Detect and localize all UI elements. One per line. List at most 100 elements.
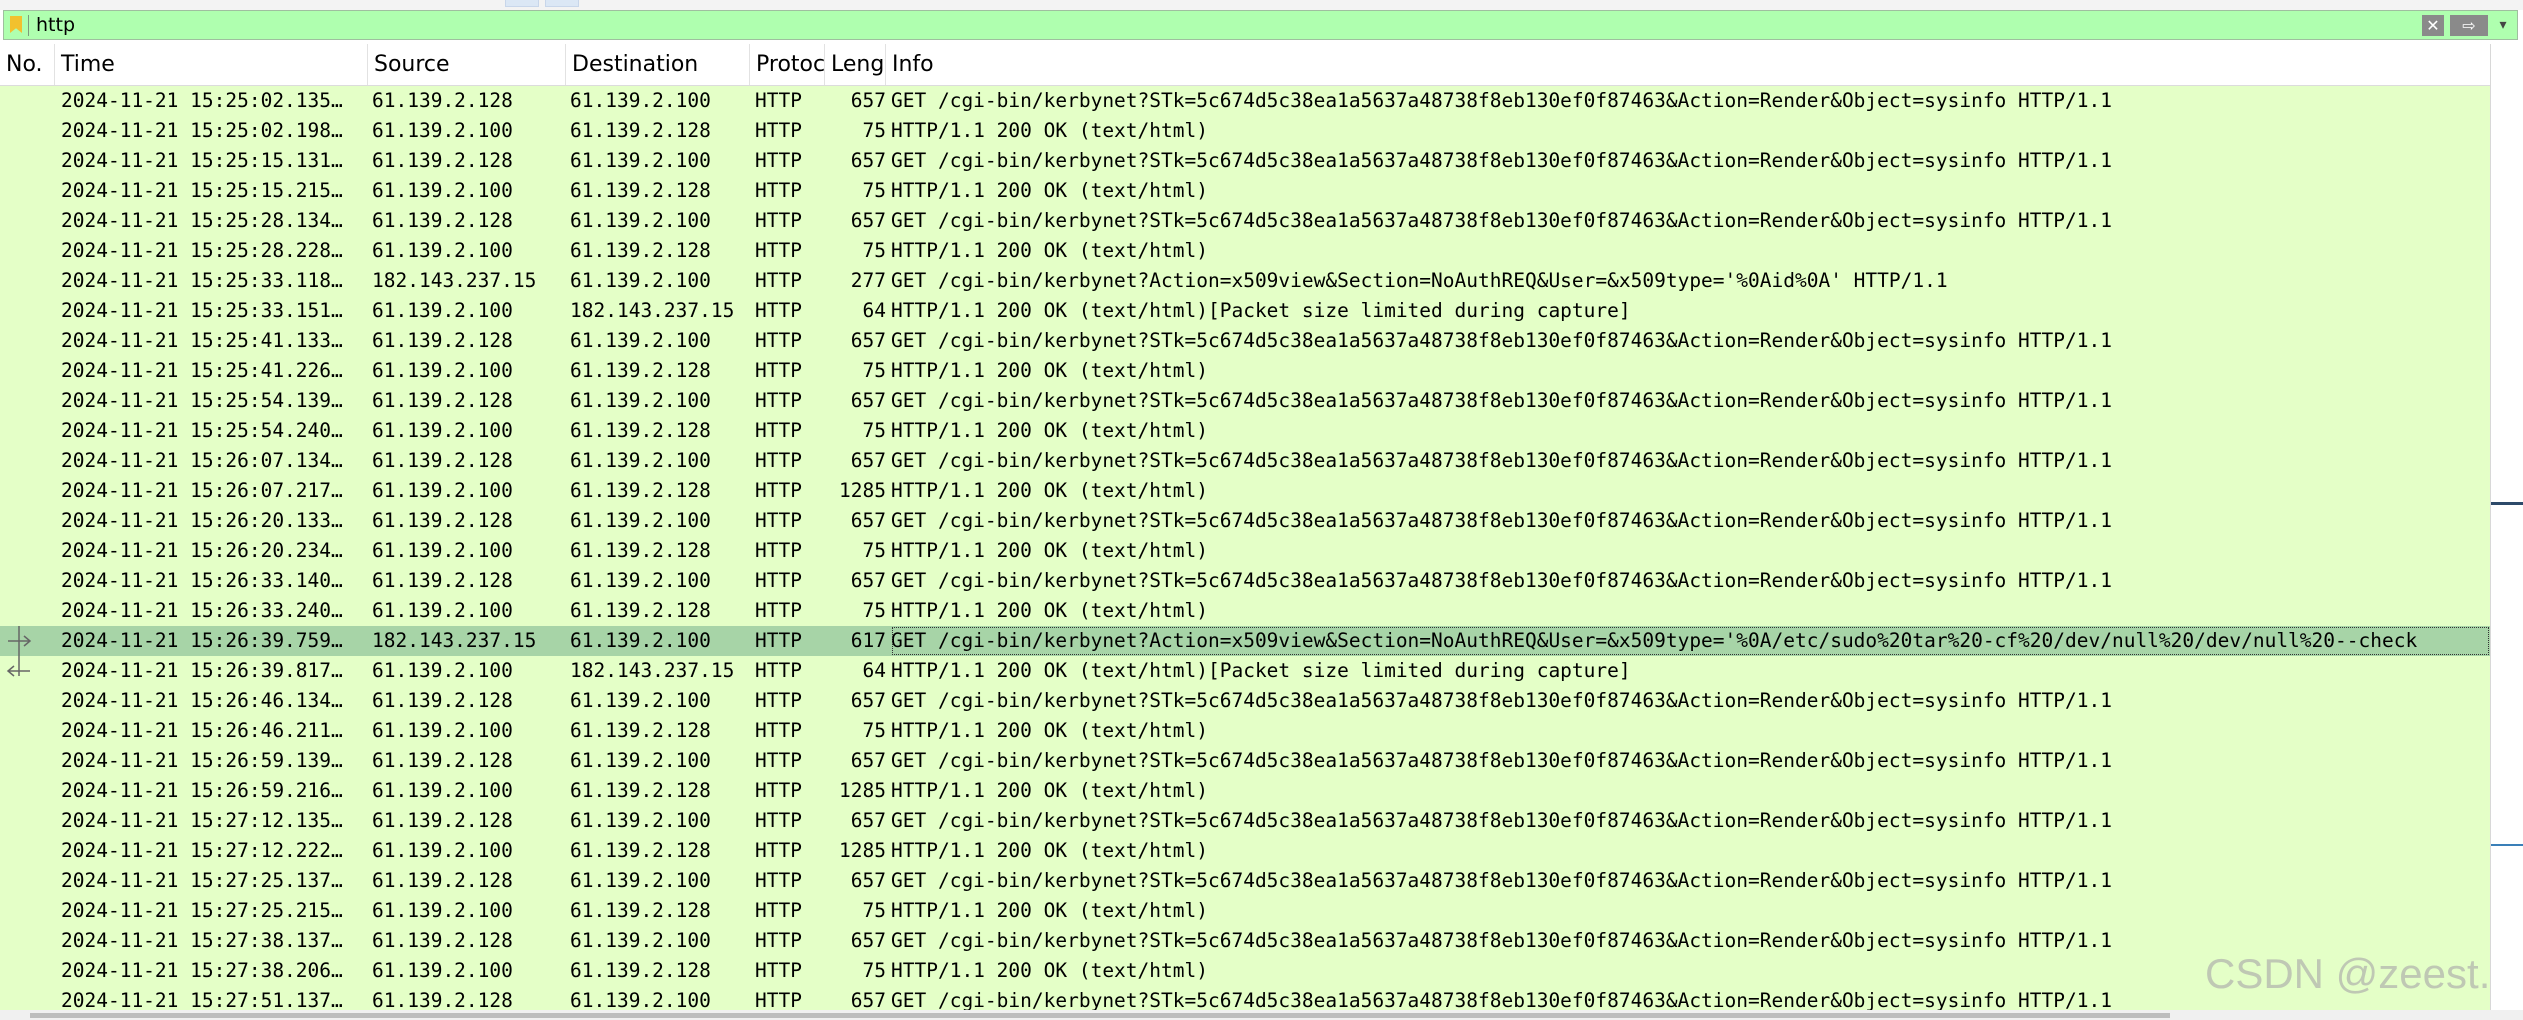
column-header-destination[interactable]: Destination <box>566 44 750 85</box>
column-header-info[interactable]: Info <box>886 44 2490 85</box>
cell-length: 657 <box>850 449 886 472</box>
table-row[interactable]: 2024-11-21 15:25:54.240… 61.139.2.100 61.1… <box>0 416 2490 446</box>
cell-length: 75 <box>862 539 886 562</box>
toolbar-tab[interactable] <box>545 0 579 7</box>
cell-source: 61.139.2.100 <box>372 299 513 322</box>
cell-destination: 61.139.2.100 <box>570 269 711 292</box>
toolbar-tab[interactable] <box>505 0 539 7</box>
related-packets-bar[interactable] <box>2490 44 2523 1010</box>
cell-length: 1285 <box>839 779 886 802</box>
cell-protocol: HTTP <box>755 419 802 442</box>
cell-protocol: HTTP <box>755 749 802 772</box>
chevron-down-icon[interactable]: ▾ <box>2494 14 2512 36</box>
table-row[interactable]: 2024-11-21 15:25:33.151… 61.139.2.100 182.… <box>0 296 2490 326</box>
cell-protocol: HTTP <box>755 929 802 952</box>
cell-no <box>0 836 55 866</box>
cell-source: 61.139.2.128 <box>372 989 513 1010</box>
table-row[interactable]: 2024-11-21 15:26:20.133… 61.139.2.128 61.1… <box>0 506 2490 536</box>
table-row[interactable]: 2024-11-21 15:27:25.137… 61.139.2.128 61.1… <box>0 866 2490 896</box>
clear-filter-icon[interactable]: ✕ <box>2422 15 2444 36</box>
cell-destination: 61.139.2.100 <box>570 569 711 592</box>
cell-no <box>0 176 55 206</box>
table-row[interactable]: 2024-11-21 15:26:39.817… 61.139.2.100 182.… <box>0 656 2490 686</box>
cell-length: 75 <box>862 239 886 262</box>
table-row[interactable]: 2024-11-21 15:27:12.135… 61.139.2.128 61.1… <box>0 806 2490 836</box>
table-row[interactable]: 2024-11-21 15:26:46.134… 61.139.2.128 61.1… <box>0 686 2490 716</box>
table-row[interactable]: 2024-11-21 15:26:46.211… 61.139.2.100 61.1… <box>0 716 2490 746</box>
table-row[interactable]: 2024-11-21 15:27:38.137… 61.139.2.128 61.1… <box>0 926 2490 956</box>
table-row[interactable]: 2024-11-21 15:26:59.216… 61.139.2.100 61.1… <box>0 776 2490 806</box>
cell-source: 61.139.2.100 <box>372 479 513 502</box>
cell-protocol: HTTP <box>755 959 802 982</box>
column-header-source[interactable]: Source <box>368 44 566 85</box>
cell-no <box>0 116 55 146</box>
table-row[interactable]: 2024-11-21 15:27:12.222… 61.139.2.100 61.1… <box>0 836 2490 866</box>
cell-source: 61.139.2.100 <box>372 599 513 622</box>
cell-source: 61.139.2.128 <box>372 149 513 172</box>
cell-protocol: HTTP <box>755 599 802 622</box>
table-row[interactable]: 2024-11-21 15:27:51.137… 61.139.2.128 61.1… <box>0 986 2490 1010</box>
table-row[interactable]: 2024-11-21 15:25:28.134… 61.139.2.128 61.1… <box>0 206 2490 236</box>
table-row[interactable]: 2024-11-21 15:25:41.133… 61.139.2.128 61.1… <box>0 326 2490 356</box>
cell-time: 2024-11-21 15:26:39.817… <box>61 659 343 682</box>
cell-info: HTTP/1.1 200 OK (text/html) <box>891 899 1208 922</box>
cell-destination: 61.139.2.100 <box>570 869 711 892</box>
cell-length: 75 <box>862 959 886 982</box>
cell-no <box>0 506 55 536</box>
table-row[interactable]: 2024-11-21 15:25:02.198… 61.139.2.100 61.1… <box>0 116 2490 146</box>
apply-filter-icon[interactable]: ⇨ <box>2450 15 2488 36</box>
table-row[interactable]: 2024-11-21 15:25:54.139… 61.139.2.128 61.1… <box>0 386 2490 416</box>
table-row[interactable]: 2024-11-21 15:25:15.131… 61.139.2.128 61.1… <box>0 146 2490 176</box>
table-row[interactable]: 2024-11-21 15:25:28.228… 61.139.2.100 61.1… <box>0 236 2490 266</box>
cell-info: HTTP/1.1 200 OK (text/html) <box>891 239 1208 262</box>
cell-destination: 61.139.2.100 <box>570 209 711 232</box>
cell-source: 61.139.2.128 <box>372 869 513 892</box>
cell-no <box>0 86 55 116</box>
cell-source: 61.139.2.100 <box>372 659 513 682</box>
cell-length: 75 <box>862 359 886 382</box>
display-filter-bar: ✕ ⇨ ▾ <box>3 10 2518 40</box>
cell-info: GET /cgi-bin/kerbynet?STk=5c674d5c38ea1a… <box>891 209 2112 232</box>
column-header-time[interactable]: Time <box>55 44 368 85</box>
table-row[interactable]: 2024-11-21 15:26:20.234… 61.139.2.100 61.1… <box>0 536 2490 566</box>
cell-info: GET /cgi-bin/kerbynet?STk=5c674d5c38ea1a… <box>891 869 2112 892</box>
column-header-no[interactable]: No. <box>0 44 55 85</box>
cell-length: 75 <box>862 119 886 142</box>
table-row[interactable]: 2024-11-21 15:26:33.240… 61.139.2.100 61.1… <box>0 596 2490 626</box>
cell-destination: 61.139.2.128 <box>570 359 711 382</box>
scrollbar-thumb[interactable] <box>30 1013 2170 1018</box>
table-row[interactable]: 2024-11-21 15:25:41.226… 61.139.2.100 61.1… <box>0 356 2490 386</box>
table-row[interactable]: 2024-11-21 15:27:25.215… 61.139.2.100 61.1… <box>0 896 2490 926</box>
cell-info: HTTP/1.1 200 OK (text/html) <box>891 119 1208 142</box>
horizontal-scrollbar[interactable] <box>0 1010 2523 1020</box>
cell-destination: 61.139.2.100 <box>570 809 711 832</box>
cell-length: 75 <box>862 899 886 922</box>
cell-source: 61.139.2.100 <box>372 959 513 982</box>
bookmark-icon[interactable] <box>10 16 22 33</box>
cell-destination: 61.139.2.128 <box>570 959 711 982</box>
cell-protocol: HTTP <box>755 899 802 922</box>
column-header-protocol[interactable]: Protocol <box>750 44 825 85</box>
cell-info: GET /cgi-bin/kerbynet?STk=5c674d5c38ea1a… <box>891 689 2112 712</box>
table-row[interactable]: 2024-11-21 15:25:02.135… 61.139.2.128 61.1… <box>0 86 2490 116</box>
cell-info: HTTP/1.1 200 OK (text/html) <box>891 599 1208 622</box>
table-row-selected[interactable]: 2024-11-21 15:26:39.759… 182.143.237.15 61… <box>0 626 2490 656</box>
cell-destination: 61.139.2.100 <box>570 629 711 652</box>
cell-source: 61.139.2.100 <box>372 839 513 862</box>
cell-length: 75 <box>862 179 886 202</box>
cell-source: 61.139.2.100 <box>372 779 513 802</box>
table-row[interactable]: 2024-11-21 15:26:33.140… 61.139.2.128 61.1… <box>0 566 2490 596</box>
cell-info: HTTP/1.1 200 OK (text/html)[Packet size … <box>891 299 1631 322</box>
cell-source: 61.139.2.128 <box>372 509 513 532</box>
table-row[interactable]: 2024-11-21 15:25:33.118… 182.143.237.15 61… <box>0 266 2490 296</box>
display-filter-input[interactable] <box>36 12 2416 38</box>
table-row[interactable]: 2024-11-21 15:27:38.206… 61.139.2.100 61.1… <box>0 956 2490 986</box>
packet-list[interactable]: No. Time Source Destination Protocol Len… <box>0 44 2490 1010</box>
table-row[interactable]: 2024-11-21 15:26:07.217… 61.139.2.100 61.1… <box>0 476 2490 506</box>
column-header-length[interactable]: Length <box>825 44 886 85</box>
table-row[interactable]: 2024-11-21 15:26:59.139… 61.139.2.128 61.1… <box>0 746 2490 776</box>
table-row[interactable]: 2024-11-21 15:25:15.215… 61.139.2.100 61.1… <box>0 176 2490 206</box>
table-row[interactable]: 2024-11-21 15:26:07.134… 61.139.2.128 61.1… <box>0 446 2490 476</box>
cell-protocol: HTTP <box>755 869 802 892</box>
cell-no <box>0 206 55 236</box>
